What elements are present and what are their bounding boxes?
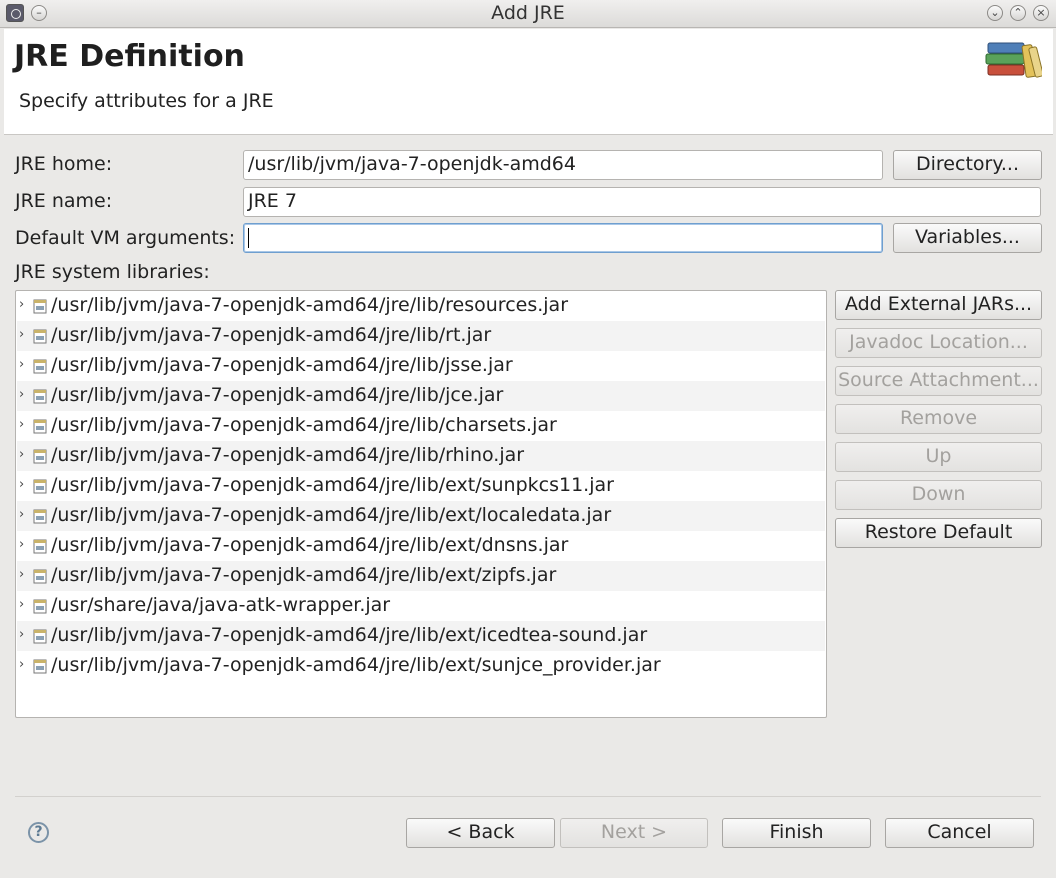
jar-file-icon xyxy=(33,569,47,584)
library-path: /usr/lib/jvm/java-7-openjdk-amd64/jre/li… xyxy=(51,294,569,316)
chevron-right-icon[interactable]: › xyxy=(19,477,24,492)
library-path: /usr/share/java/java-atk-wrapper.jar xyxy=(51,594,391,616)
footer-separator xyxy=(15,796,1041,797)
library-path: /usr/lib/jvm/java-7-openjdk-amd64/jre/li… xyxy=(51,564,557,586)
chevron-right-icon[interactable]: › xyxy=(19,597,24,612)
back-button[interactable]: < Back xyxy=(406,818,555,848)
jar-file-icon xyxy=(33,299,47,314)
help-icon[interactable]: ? xyxy=(28,822,49,843)
library-row[interactable]: › /usr/lib/jvm/java-7-openjdk-amd64/jre/l… xyxy=(17,381,825,411)
library-path: /usr/lib/jvm/java-7-openjdk-amd64/jre/li… xyxy=(51,444,525,466)
jre-home-label: JRE home: xyxy=(15,153,113,175)
jar-file-icon xyxy=(33,359,47,374)
chevron-right-icon[interactable]: › xyxy=(19,297,24,312)
library-row[interactable]: › /usr/lib/jvm/java-7-openjdk-amd64/jre/l… xyxy=(17,441,825,471)
chevron-right-icon[interactable]: › xyxy=(19,417,24,432)
chevron-right-icon[interactable]: › xyxy=(19,357,24,372)
maximize-icon[interactable]: ⌃ xyxy=(1010,5,1026,21)
close-icon[interactable]: × xyxy=(1033,5,1049,21)
jar-file-icon xyxy=(33,329,47,344)
jar-file-icon xyxy=(33,539,47,554)
library-path: /usr/lib/jvm/java-7-openjdk-amd64/jre/li… xyxy=(51,474,614,496)
source-attachment-button[interactable]: Source Attachment... xyxy=(835,366,1042,396)
jar-file-icon xyxy=(33,509,47,524)
vm-arguments-field[interactable] xyxy=(243,223,883,253)
window-title: Add JRE xyxy=(491,2,565,24)
chevron-right-icon[interactable]: › xyxy=(19,567,24,582)
library-path: /usr/lib/jvm/java-7-openjdk-amd64/jre/li… xyxy=(51,384,504,406)
javadoc-location-button[interactable]: Javadoc Location... xyxy=(835,328,1042,358)
library-row[interactable]: › /usr/share/java/java-atk-wrapper.jar xyxy=(17,591,825,621)
system-libraries-tree[interactable]: › /usr/lib/jvm/java-7-openjdk-amd64/jre/l… xyxy=(15,290,827,718)
library-row[interactable]: › /usr/lib/jvm/java-7-openjdk-amd64/jre/l… xyxy=(17,321,825,351)
next-button[interactable]: Next > xyxy=(560,818,708,848)
up-button[interactable]: Up xyxy=(835,442,1042,472)
page-subtitle: Specify attributes for a JRE xyxy=(19,90,274,112)
library-row[interactable]: › /usr/lib/jvm/java-7-openjdk-amd64/jre/l… xyxy=(17,411,825,441)
jar-file-icon xyxy=(33,629,47,644)
text-caret xyxy=(248,227,249,248)
jre-name-field[interactable]: JRE 7 xyxy=(243,187,1041,217)
library-row[interactable]: › /usr/lib/jvm/java-7-openjdk-amd64/jre/l… xyxy=(17,651,825,681)
finish-button[interactable]: Finish xyxy=(722,818,871,848)
chevron-right-icon[interactable]: › xyxy=(19,447,24,462)
remove-button[interactable]: Remove xyxy=(835,404,1042,434)
library-path: /usr/lib/jvm/java-7-openjdk-amd64/jre/li… xyxy=(51,624,648,646)
chevron-right-icon[interactable]: › xyxy=(19,537,24,552)
jre-home-field[interactable]: /usr/lib/jvm/java-7-openjdk-amd64 xyxy=(243,150,883,180)
window-titlebar: – Add JRE ⌄ ⌃ × xyxy=(0,0,1056,28)
library-path: /usr/lib/jvm/java-7-openjdk-amd64/jre/li… xyxy=(51,534,569,556)
variables-button[interactable]: Variables... xyxy=(893,223,1042,253)
chevron-right-icon[interactable]: › xyxy=(19,507,24,522)
chevron-right-icon[interactable]: › xyxy=(19,657,24,672)
vm-arguments-label: Default VM arguments: xyxy=(15,227,236,249)
jar-file-icon xyxy=(33,599,47,614)
chevron-right-icon[interactable]: › xyxy=(19,387,24,402)
jar-file-icon xyxy=(33,419,47,434)
library-row[interactable]: › /usr/lib/jvm/java-7-openjdk-amd64/jre/l… xyxy=(17,561,825,591)
jar-file-icon xyxy=(33,389,47,404)
down-button[interactable]: Down xyxy=(835,480,1042,510)
jar-file-icon xyxy=(33,479,47,494)
chevron-right-icon[interactable]: › xyxy=(19,627,24,642)
library-row[interactable]: › /usr/lib/jvm/java-7-openjdk-amd64/jre/l… xyxy=(17,621,825,651)
library-path: /usr/lib/jvm/java-7-openjdk-amd64/jre/li… xyxy=(51,354,513,376)
library-path: /usr/lib/jvm/java-7-openjdk-amd64/jre/li… xyxy=(51,414,557,436)
books-icon xyxy=(985,42,1042,78)
library-row[interactable]: › /usr/lib/jvm/java-7-openjdk-amd64/jre/l… xyxy=(17,291,825,321)
library-path: /usr/lib/jvm/java-7-openjdk-amd64/jre/li… xyxy=(51,504,612,526)
jre-name-label: JRE name: xyxy=(15,190,113,212)
library-row[interactable]: › /usr/lib/jvm/java-7-openjdk-amd64/jre/l… xyxy=(17,471,825,501)
system-libraries-label: JRE system libraries: xyxy=(15,261,210,283)
library-path: /usr/lib/jvm/java-7-openjdk-amd64/jre/li… xyxy=(51,654,661,676)
cancel-button[interactable]: Cancel xyxy=(885,818,1034,848)
library-row[interactable]: › /usr/lib/jvm/java-7-openjdk-amd64/jre/l… xyxy=(17,531,825,561)
page-title: JRE Definition xyxy=(14,39,245,74)
library-row[interactable]: › /usr/lib/jvm/java-7-openjdk-amd64/jre/l… xyxy=(17,351,825,381)
directory-button[interactable]: Directory... xyxy=(893,150,1042,180)
add-external-jars-button[interactable]: Add External JARs... xyxy=(835,290,1042,320)
jar-file-icon xyxy=(33,659,47,674)
jar-file-icon xyxy=(33,449,47,464)
wizard-header: JRE Definition Specify attributes for a … xyxy=(4,29,1053,135)
minimize-icon[interactable]: ⌄ xyxy=(987,5,1003,21)
library-row[interactable]: › /usr/lib/jvm/java-7-openjdk-amd64/jre/l… xyxy=(17,501,825,531)
restore-default-button[interactable]: Restore Default xyxy=(835,518,1042,548)
chevron-right-icon[interactable]: › xyxy=(19,327,24,342)
library-path: /usr/lib/jvm/java-7-openjdk-amd64/jre/li… xyxy=(51,324,492,346)
